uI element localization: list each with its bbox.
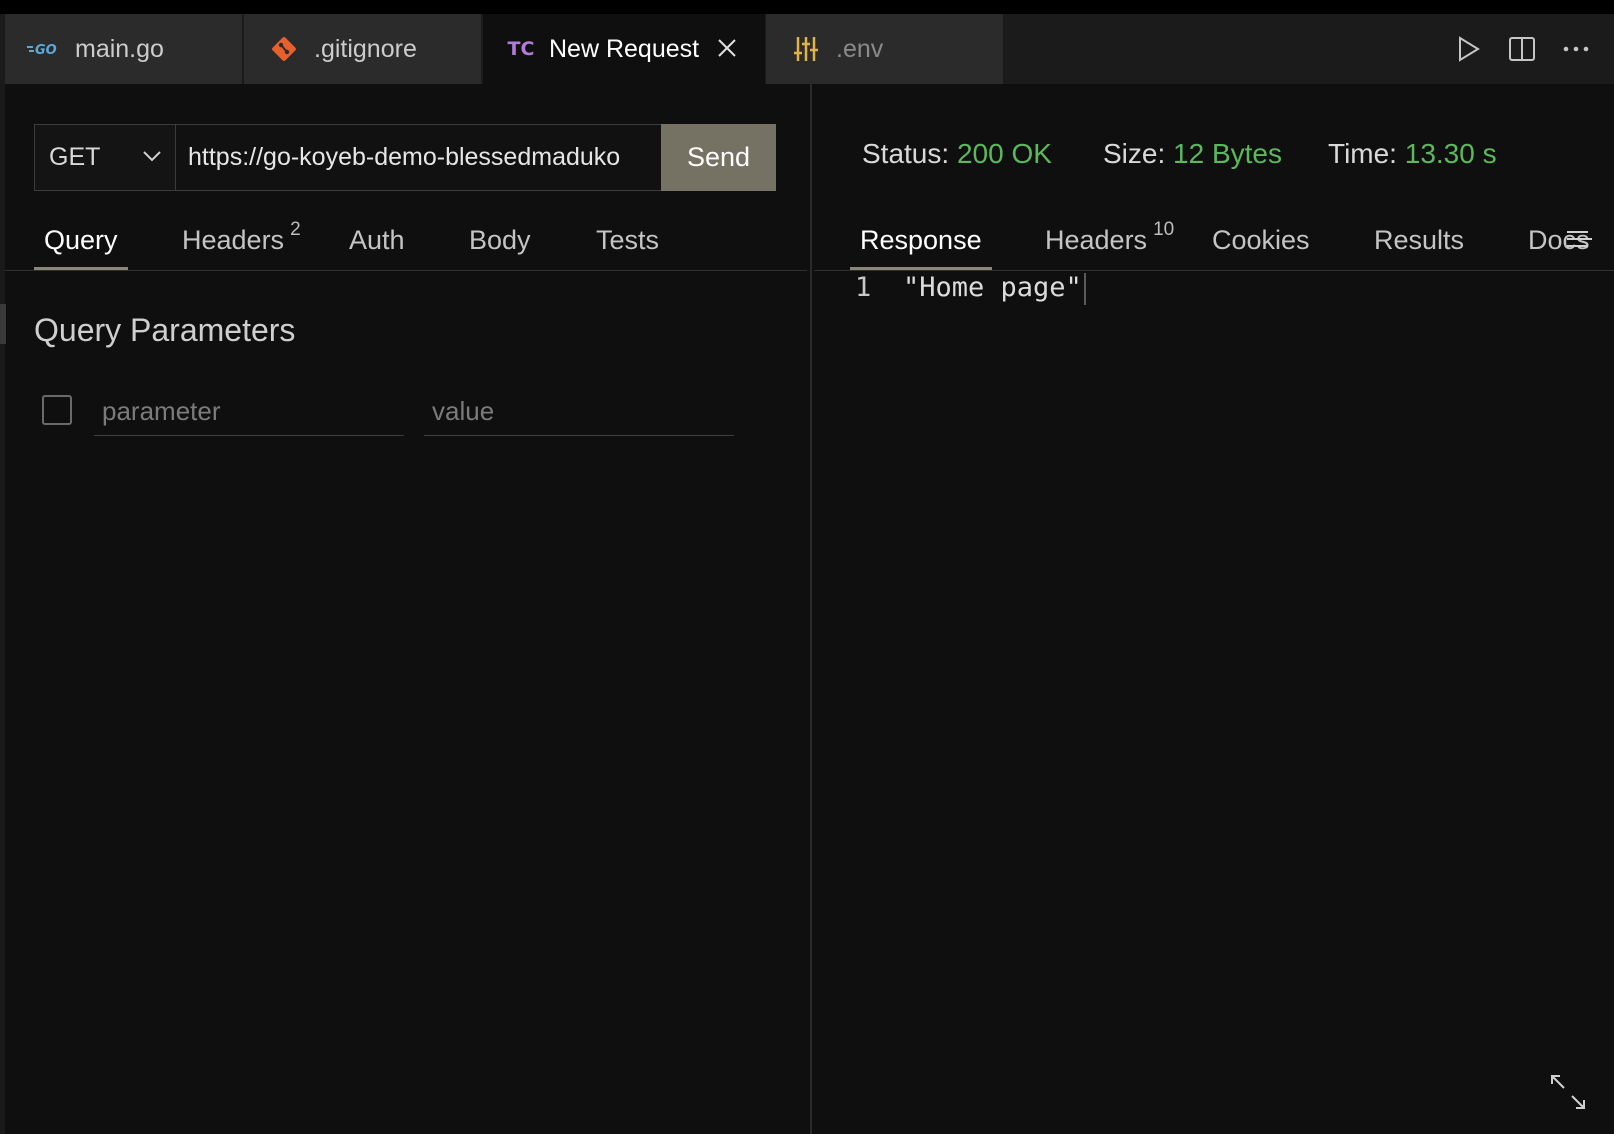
param-name-input[interactable]: [94, 388, 404, 436]
tab-env[interactable]: .env: [766, 14, 1004, 84]
param-value-input[interactable]: [424, 388, 734, 436]
send-button[interactable]: Send: [661, 124, 776, 191]
split-editor-icon[interactable]: [1508, 35, 1536, 63]
tab-label: .gitignore: [314, 34, 417, 63]
size-item: Size: 12 Bytes: [1103, 138, 1282, 170]
tab-tests[interactable]: Tests: [596, 215, 659, 267]
response-tabs-divider: [814, 270, 1614, 271]
tab-label: .env: [836, 34, 884, 63]
status-label: Status:: [862, 138, 950, 169]
panel-edge-marker: [0, 304, 6, 344]
tab-auth[interactable]: Auth: [349, 215, 405, 267]
status-item: Status: 200 OK: [862, 138, 1052, 170]
tab-response-headers[interactable]: Headers 10: [1045, 215, 1174, 267]
tab-main-go[interactable]: GO main.go: [5, 14, 243, 84]
status-value: 200 OK: [956, 138, 1052, 169]
tab-headers-label: Headers: [182, 225, 285, 255]
param-enable-checkbox[interactable]: [42, 395, 72, 425]
editor-tab-bar: GO main.go .gitignore TC New Request .en…: [0, 14, 1614, 84]
activity-bar-edge: [0, 84, 5, 1134]
tab-cookies[interactable]: Cookies: [1212, 215, 1310, 267]
response-body-editor[interactable]: 1 "Home page": [855, 272, 1086, 305]
expand-icon[interactable]: [1548, 1072, 1588, 1117]
menu-icon[interactable]: [1564, 228, 1594, 255]
query-parameters-title: Query Parameters: [34, 312, 296, 348]
text-cursor: [1083, 272, 1086, 305]
tab-label: main.go: [75, 34, 164, 63]
more-actions-icon[interactable]: [1562, 45, 1590, 53]
tab-label: New Request: [549, 34, 700, 63]
tab-body[interactable]: Body: [469, 215, 531, 267]
headers-count-badge: 2: [290, 219, 301, 240]
time-value: 13.30 s: [1404, 138, 1497, 169]
thunder-client-icon: TC: [507, 38, 535, 60]
go-icon: GO: [27, 31, 63, 67]
time-label: Time:: [1328, 138, 1397, 169]
tab-response[interactable]: Response: [850, 215, 992, 271]
tab-gitignore[interactable]: .gitignore: [244, 14, 482, 84]
url-input[interactable]: [175, 124, 662, 191]
tab-new-request[interactable]: TC New Request: [483, 14, 765, 84]
request-tabs-divider: [5, 270, 807, 271]
env-settings-icon: [788, 31, 824, 67]
git-icon: [266, 31, 302, 67]
tab-headers[interactable]: Headers 2: [182, 215, 301, 267]
pane-divider[interactable]: [810, 84, 812, 1134]
line-number: 1: [855, 272, 872, 303]
tab-response-headers-label: Headers: [1045, 225, 1148, 255]
time-item: Time: 13.30 s: [1328, 138, 1497, 170]
tab-results[interactable]: Results: [1374, 215, 1464, 267]
close-icon[interactable]: [717, 34, 737, 64]
response-body-line: "Home page": [903, 272, 1082, 303]
editor-actions: [1456, 14, 1590, 84]
window-top-strip: [0, 0, 1614, 14]
response-headers-count-badge: 10: [1153, 219, 1175, 240]
size-value: 12 Bytes: [1173, 138, 1282, 169]
method-select[interactable]: GET: [34, 124, 175, 191]
tab-query[interactable]: Query: [34, 215, 128, 271]
chevron-down-icon: [141, 145, 163, 174]
size-label: Size:: [1103, 138, 1166, 169]
method-value: GET: [49, 143, 101, 171]
svg-text:GO: GO: [35, 43, 57, 58]
run-icon[interactable]: [1456, 35, 1482, 63]
